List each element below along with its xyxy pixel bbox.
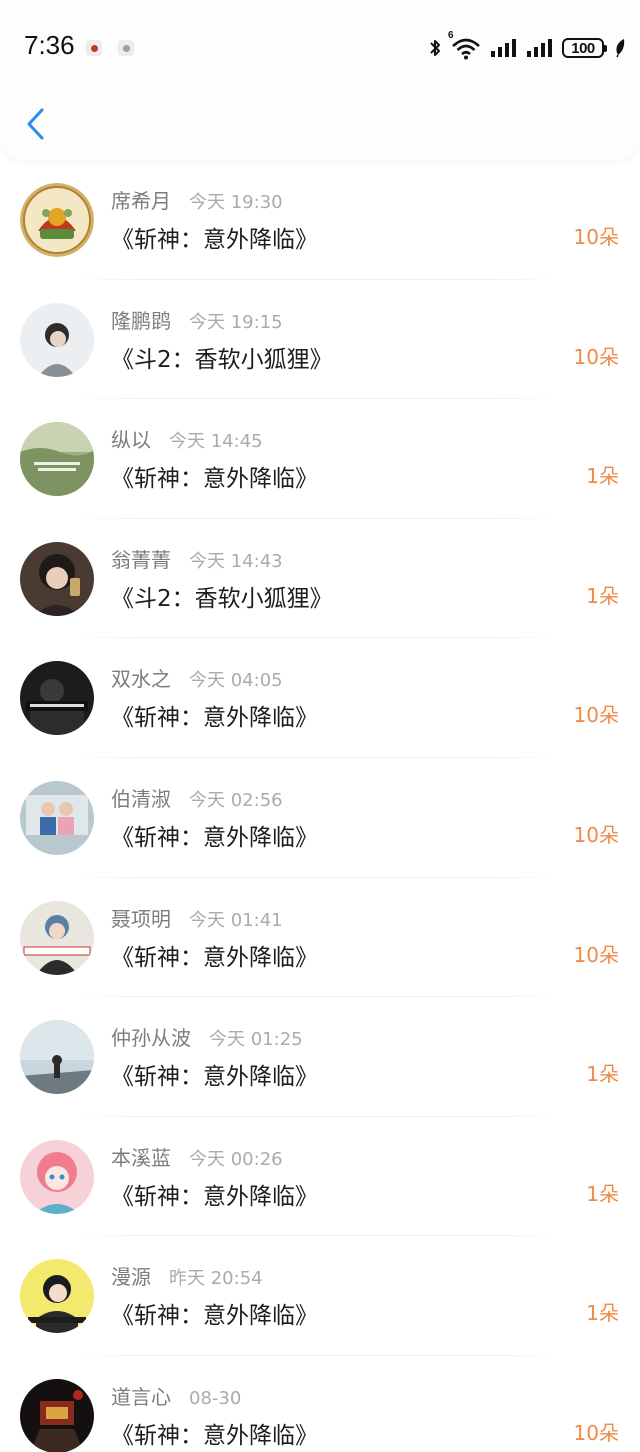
sender-name: 伯清淑 — [111, 786, 171, 811]
sender-line: 本溪蓝 今天 00:26 — [111, 1146, 283, 1172]
gift-time: 今天 02:56 — [189, 789, 283, 811]
gift-time: 昨天 20:54 — [169, 1268, 263, 1290]
work-title[interactable]: 《斩神：意外降临》 — [111, 1181, 318, 1213]
sender-name: 仲孙从波 — [111, 1026, 191, 1051]
work-title[interactable]: 《斩神：意外降临》 — [111, 942, 318, 974]
battery-indicator: 100 — [562, 38, 607, 58]
list-item[interactable]: 仲孙从波 今天 01:25 《斩神：意外降临》 1朵 — [0, 997, 640, 1117]
list-item[interactable]: 纵以 今天 14:45 《斩神：意外降临》 1朵 — [0, 399, 640, 519]
avatar[interactable] — [20, 1020, 94, 1095]
gift-time: 今天 04:05 — [189, 670, 283, 692]
gift-time: 今天 00:26 — [189, 1148, 283, 1170]
sender-name: 道言心 — [111, 1384, 171, 1409]
list-item[interactable]: 道言心 08-30 《斩神：意外降临》 10朵 — [0, 1356, 640, 1452]
list-item[interactable]: 本溪蓝 今天 00:26 《斩神：意外降临》 1朵 — [0, 1117, 640, 1237]
bluetooth-icon — [430, 40, 440, 56]
list-item[interactable]: 漫源 昨天 20:54 《斩神：意外降临》 1朵 — [0, 1236, 640, 1356]
gift-record-list: 席希月 今天 19:30 《斩神：意外降临》 10朵 隆鹏鹍 今天 19:15 《斗… — [0, 160, 640, 1452]
work-title[interactable]: 《斩神：意外降临》 — [111, 463, 318, 495]
gift-amount: 10朵 — [573, 942, 619, 967]
sender-name: 翁菁菁 — [111, 547, 171, 572]
notification-app-icon-2 — [118, 40, 134, 56]
signal-icon-2 — [527, 39, 552, 57]
chevron-left-icon — [27, 108, 44, 140]
work-title[interactable]: 《斩神：意外降临》 — [111, 1061, 318, 1093]
sender-line: 席希月 今天 19:30 — [111, 189, 283, 215]
gift-time: 08-30 — [189, 1387, 242, 1409]
wifi-icon: 6 — [448, 30, 482, 60]
sender-line: 仲孙从波 今天 01:25 — [111, 1026, 303, 1052]
sender-name: 漫源 — [111, 1265, 151, 1290]
top-bar: 7:36 6 100 — [0, 0, 640, 160]
gift-amount: 1朵 — [586, 1181, 619, 1206]
gift-records-screen: 7:36 6 100 席希月 今天 19:30 《斩神：意外降临》 10朵 隆鹏… — [0, 0, 640, 1452]
avatar[interactable] — [20, 1378, 94, 1452]
sender-line: 伯清淑 今天 02:56 — [111, 787, 283, 813]
sender-line: 聂项明 今天 01:41 — [111, 907, 283, 933]
sender-line: 隆鹏鹍 今天 19:15 — [111, 309, 283, 335]
avatar[interactable] — [20, 302, 94, 377]
gift-amount: 1朵 — [586, 1062, 619, 1087]
list-item[interactable]: 席希月 今天 19:30 《斩神：意外降临》 10朵 — [0, 160, 640, 280]
gift-amount: 1朵 — [586, 1301, 619, 1326]
gift-time: 今天 14:43 — [189, 550, 283, 572]
notification-app-icon — [86, 40, 102, 56]
sender-line: 纵以 今天 14:45 — [111, 428, 263, 454]
sender-name: 聂项明 — [111, 906, 171, 931]
work-title[interactable]: 《斩神：意外降临》 — [111, 1420, 318, 1452]
gift-amount: 10朵 — [573, 225, 619, 249]
status-time: 7:36 — [24, 30, 75, 60]
list-item[interactable]: 双水之 今天 04:05 《斩神：意外降临》 10朵 — [0, 638, 640, 758]
avatar[interactable] — [20, 541, 94, 616]
signal-icon — [491, 39, 516, 57]
avatar[interactable] — [20, 900, 94, 975]
network-type-label: 6 — [448, 30, 454, 41]
list-item[interactable]: 隆鹏鹍 今天 19:15 《斗2：香软小狐狸》 10朵 — [0, 280, 640, 400]
gift-time: 今天 01:25 — [209, 1029, 303, 1051]
gift-amount: 10朵 — [573, 344, 619, 369]
avatar[interactable] — [20, 1139, 94, 1214]
avatar[interactable] — [20, 1259, 94, 1334]
back-button[interactable] — [20, 104, 52, 144]
work-title[interactable]: 《斩神：意外降临》 — [111, 702, 318, 734]
work-title[interactable]: 《斩神：意外降临》 — [111, 1300, 318, 1332]
list-item[interactable]: 伯清淑 今天 02:56 《斩神：意外降临》 10朵 — [0, 758, 640, 878]
gift-amount: 10朵 — [573, 1420, 619, 1445]
sender-name: 双水之 — [111, 667, 171, 692]
sender-line: 漫源 昨天 20:54 — [111, 1265, 263, 1291]
leaf-icon — [616, 39, 625, 58]
avatar[interactable] — [20, 661, 94, 736]
avatar[interactable] — [20, 780, 94, 855]
status-indicators: 6 100 — [428, 30, 626, 63]
list-item[interactable]: 聂项明 今天 01:41 《斩神：意外降临》 10朵 — [0, 878, 640, 998]
gift-amount: 10朵 — [573, 822, 619, 847]
gift-time: 今天 19:15 — [189, 311, 283, 333]
work-title[interactable]: 《斩神：意外降临》 — [111, 822, 318, 854]
sender-line: 双水之 今天 04:05 — [111, 667, 283, 693]
work-title[interactable]: 《斩神：意外降临》 — [111, 224, 318, 256]
gift-time: 今天 01:41 — [189, 909, 283, 931]
avatar[interactable] — [20, 183, 94, 257]
gift-time: 今天 19:30 — [189, 192, 283, 213]
gift-amount: 10朵 — [573, 703, 619, 728]
sender-line: 翁菁菁 今天 14:43 — [111, 548, 283, 574]
sender-name: 纵以 — [111, 428, 151, 453]
sender-name: 席希月 — [111, 189, 171, 213]
status-bar: 7:36 6 100 — [0, 0, 640, 96]
work-title[interactable]: 《斗2：香软小狐狸》 — [111, 583, 333, 615]
sender-name: 本溪蓝 — [111, 1145, 171, 1170]
work-title[interactable]: 《斗2：香软小狐狸》 — [111, 344, 333, 376]
list-item[interactable]: 翁菁菁 今天 14:43 《斗2：香软小狐狸》 1朵 — [0, 519, 640, 639]
sender-line: 道言心 08-30 — [111, 1385, 241, 1411]
avatar[interactable] — [20, 422, 94, 497]
gift-amount: 1朵 — [586, 464, 619, 489]
gift-time: 今天 14:45 — [169, 431, 263, 453]
gift-amount: 1朵 — [586, 583, 619, 608]
sender-name: 隆鹏鹍 — [111, 308, 171, 333]
